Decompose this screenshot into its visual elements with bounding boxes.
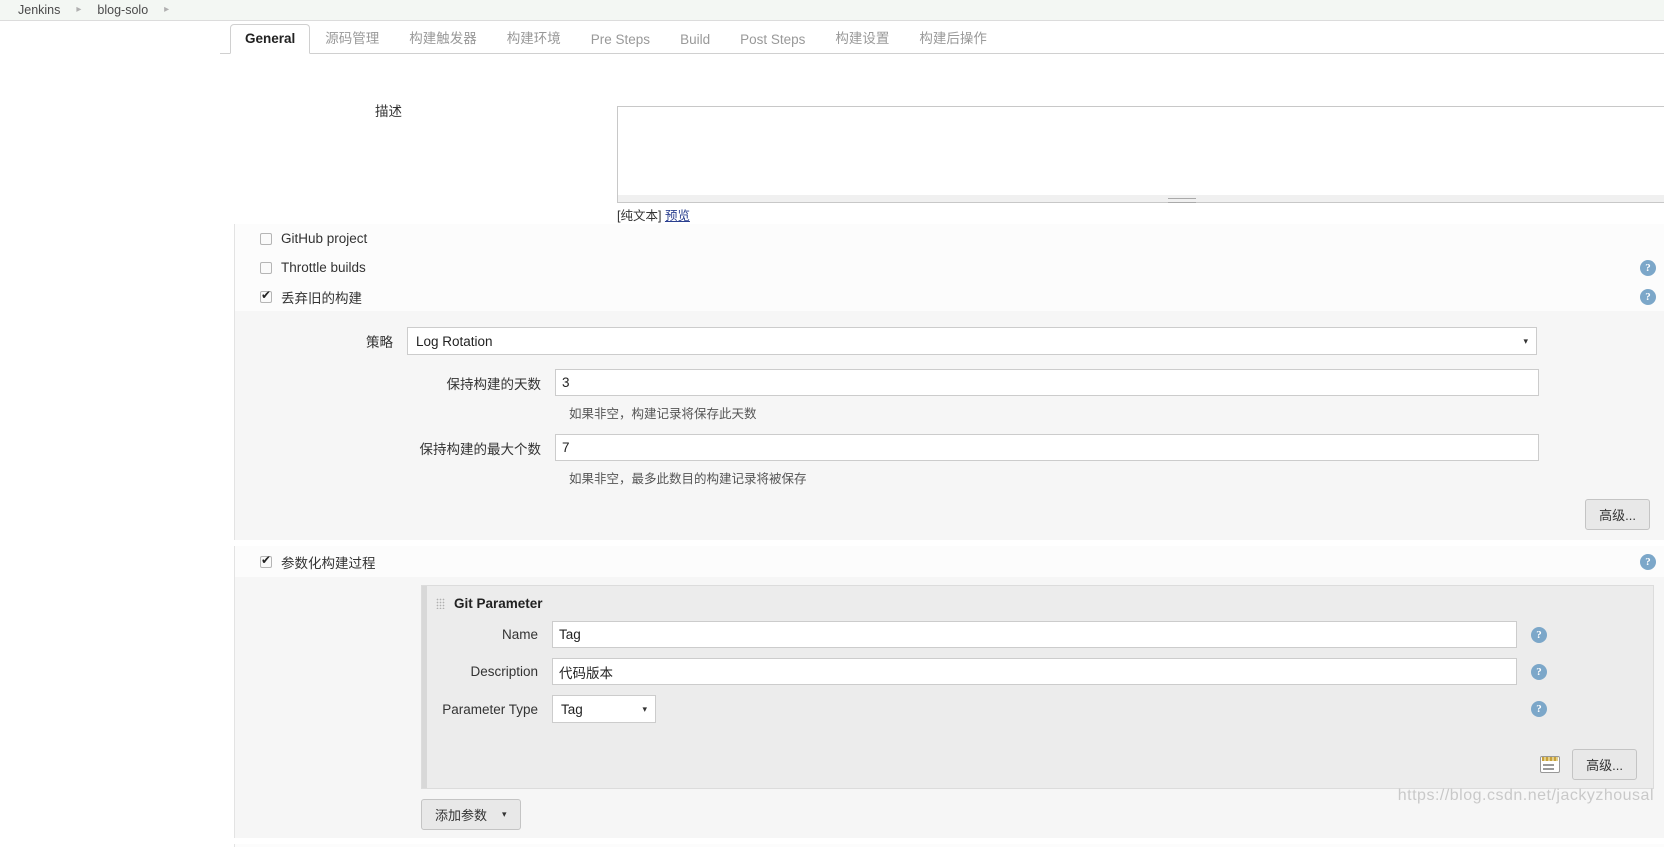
description-input[interactable] [617,106,1664,196]
tab-build-settings[interactable]: 构建设置 [820,20,904,54]
tab-post-build[interactable]: 构建后操作 [904,20,1002,54]
row-max-builds: 保持构建的最大个数 [235,434,1664,461]
select-strategy[interactable]: Log Rotation ▾ [407,327,1537,355]
row-github-project[interactable]: GitHub project [234,224,1664,253]
help-icon-param-type[interactable]: ? [1531,701,1547,717]
parameters-panel: X Git Parameter Name ? Description ? Par [234,577,1664,838]
hint-max-builds: 如果非空，最多此数目的构建记录将被保存 [569,472,807,486]
breadcrumb-separator-icon-2: ▸ [164,4,170,15]
tab-build-env[interactable]: 构建环境 [492,20,576,54]
add-parameter-button[interactable]: 添加参数 ▾ [421,799,521,830]
label-param-name: Name [501,627,538,642]
breadcrumb-separator-icon: ▸ [76,4,82,15]
config-tab-bar: General 源码管理 构建触发器 构建环境 Pre Steps Build … [220,21,1664,54]
edit-icon[interactable] [1540,756,1561,773]
row-days-to-keep: 保持构建的天数 [235,369,1664,396]
row-param-name: Name ? [422,621,1653,648]
checkbox-github-project[interactable] [260,232,272,245]
tab-general[interactable]: General [230,24,311,54]
input-param-description[interactable] [552,658,1517,685]
advanced-button-discard[interactable]: 高级... [1585,499,1650,530]
input-days-to-keep[interactable] [555,369,1539,396]
label-max-builds: 保持构建的最大个数 [419,441,542,457]
checkbox-throttle-builds[interactable] [260,261,272,274]
help-icon-param-name[interactable]: ? [1531,626,1547,643]
job-config-form: 描述 [纯文本] 预览 GitHub project Throttle buil… [220,54,1664,847]
checkbox-parameterized-build[interactable] [260,553,272,568]
label-strategy: 策略 [366,335,393,350]
advanced-button-parameter[interactable]: 高级... [1572,749,1637,780]
tab-build-triggers[interactable]: 构建触发器 [394,20,492,54]
input-max-builds[interactable] [555,434,1539,461]
input-param-name[interactable] [552,621,1517,648]
help-icon-param-description[interactable]: ? [1531,663,1547,680]
description-label: 描述 [375,104,402,119]
discard-old-builds-panel: 策略 Log Rotation ▾ 保持构建的天数 如果非空，构建记录将保存此天… [234,311,1664,540]
row-strategy: 策略 Log Rotation ▾ [235,327,1664,355]
card-drag-rail[interactable] [422,586,427,788]
chevron-down-icon-param-type: ▾ [642,703,647,714]
help-icon-parameterized-build[interactable]: ? [1640,553,1656,570]
description-block: 描述 [纯文本] 预览 [220,54,1664,224]
plain-text-label: [纯文本] [617,209,662,223]
breadcrumb-item-jenkins[interactable]: Jenkins [16,3,62,17]
git-parameter-title: Git Parameter [422,596,1653,611]
select-strategy-value: Log Rotation [416,333,493,349]
select-param-type[interactable]: Tag ▾ [552,695,656,723]
label-throttle-builds: Throttle builds [281,260,366,275]
git-parameter-title-text: Git Parameter [454,596,543,611]
git-parameter-card: X Git Parameter Name ? Description ? Par [421,585,1654,789]
help-icon-discard-old-builds[interactable]: ? [1640,288,1656,305]
tab-pre-steps[interactable]: Pre Steps [576,25,665,54]
help-icon-throttle-builds[interactable]: ? [1640,259,1656,276]
select-param-type-value: Tag [561,701,583,717]
tab-post-steps[interactable]: Post Steps [725,25,820,54]
label-param-type: Parameter Type [442,701,538,717]
tab-build[interactable]: Build [665,25,725,54]
label-param-description: Description [470,664,538,679]
label-parameterized-build: 参数化构建过程 [281,555,376,571]
row-discard-old-builds[interactable]: 丢弃旧的构建 ? [234,282,1664,311]
add-parameter-label: 添加参数 [435,808,488,823]
tab-scm[interactable]: 源码管理 [310,20,394,54]
description-footer: [纯文本] 预览 [617,205,690,224]
drag-handle-icon[interactable] [436,598,445,609]
label-discard-old-builds: 丢弃旧的构建 [281,290,362,306]
row-parameterized-build[interactable]: 参数化构建过程 ? [234,546,1664,577]
chevron-down-icon-strategy: ▾ [1523,335,1528,346]
row-throttle-builds[interactable]: Throttle builds ? [234,253,1664,282]
row-param-description: Description ? [422,658,1653,685]
textarea-resize-handle[interactable] [617,195,1664,203]
breadcrumb: Jenkins ▸ blog-solo ▸ [0,0,1664,21]
hint-days-to-keep: 如果非空，构建记录将保存此天数 [569,407,757,421]
checkbox-discard-old-builds[interactable] [260,288,272,303]
chevron-down-icon-add-parameter: ▾ [502,809,507,819]
preview-link[interactable]: 预览 [665,209,690,223]
row-param-type: Parameter Type Tag ▾ ? [422,695,1653,723]
label-github-project: GitHub project [281,231,368,246]
label-days-to-keep: 保持构建的天数 [446,376,542,392]
breadcrumb-item-blog-solo[interactable]: blog-solo [95,3,150,17]
side-panel [0,21,220,847]
